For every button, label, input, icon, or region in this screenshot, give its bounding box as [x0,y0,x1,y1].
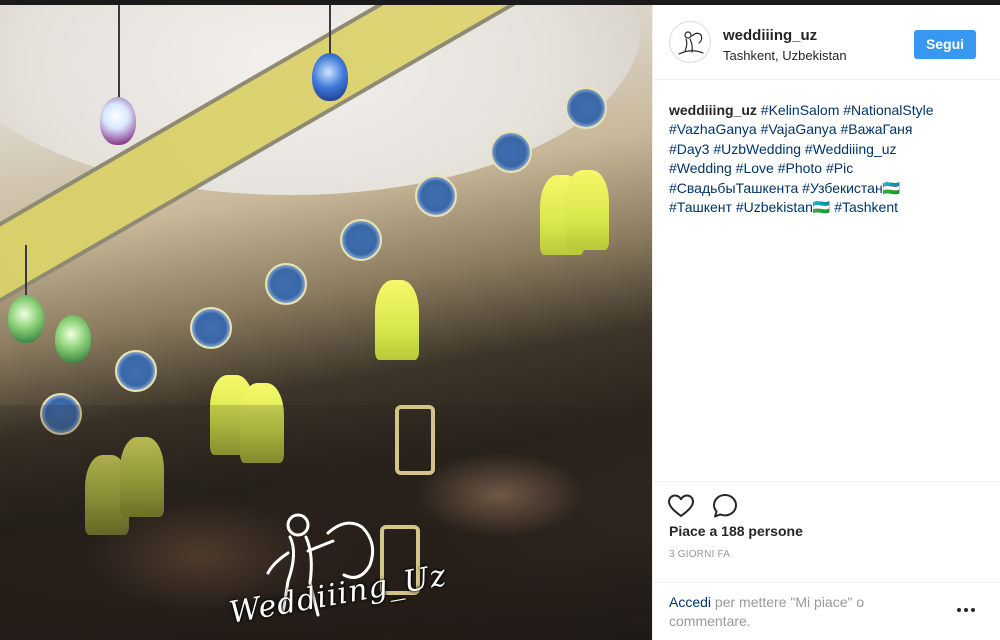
likes-count[interactable]: Piace a 188 persone [669,523,803,539]
photo-medallion [340,219,382,261]
post-timestamp[interactable]: 3 GIORNI FA [669,549,730,560]
post-location[interactable]: Tashkent, Uzbekistan [723,48,847,63]
comment-icon[interactable] [711,492,739,520]
caption-hashtags[interactable]: #KelinSalom #NationalStyle [761,102,934,118]
caption-hashtags[interactable]: #Ташкент #Uzbekistan🇺🇿 #Tashkent [669,198,989,217]
lamp-chain [329,5,331,55]
photo-medallion [415,175,457,217]
photo-medallion [490,131,532,173]
caption-hashtags[interactable]: #СвадьбыТашкента #Узбекистан🇺🇿 [669,179,989,198]
heart-icon[interactable] [667,492,695,520]
post-caption: weddiiing_uz #KelinSalom #NationalStyle … [669,101,989,217]
avatar[interactable] [669,21,711,63]
caption-hashtags[interactable]: #Wedding #Love #Photo #Pic [669,159,989,178]
follow-button[interactable]: Segui [914,30,976,59]
login-prompt-text: Accedi per mettere "Mi piace" o commenta… [669,593,939,631]
photo-lamp [8,295,44,343]
caption-hashtags[interactable]: #VazhaGanya #VajaGanya #ВажаГаня [669,120,989,139]
post-photo[interactable]: Weddiiing_Uz [0,5,652,640]
photo-lamp [55,315,91,363]
photo-chair [395,405,435,475]
caption-username[interactable]: weddiiing_uz [669,102,757,118]
caption-hashtags[interactable]: #Day3 #UzbWedding #Weddiiing_uz [669,140,989,159]
post-header: weddiiing_uz Tashkent, Uzbekistan Segui [653,5,1000,80]
photo-lamp [100,97,136,145]
more-options-icon[interactable] [956,605,976,615]
post-side-panel: weddiiing_uz Tashkent, Uzbekistan Segui … [652,5,1000,640]
caption-line: weddiiing_uz #KelinSalom #NationalStyle [669,101,989,120]
login-prompt: Accedi per mettere "Mi piace" o commenta… [653,582,1000,640]
photo-medallion [265,263,307,305]
photo-medallion [190,307,232,349]
photo-dress [565,170,609,250]
lamp-chain [25,245,27,300]
photo-dress [375,280,419,360]
lamp-chain [118,5,120,100]
avatar-logo-icon [678,31,704,55]
post-actions [653,481,1000,521]
post-username[interactable]: weddiiing_uz [723,27,817,44]
photo-medallion [565,87,607,129]
login-link[interactable]: Accedi [669,594,711,610]
photo-lamp [312,53,348,101]
photo-medallion [115,350,157,392]
